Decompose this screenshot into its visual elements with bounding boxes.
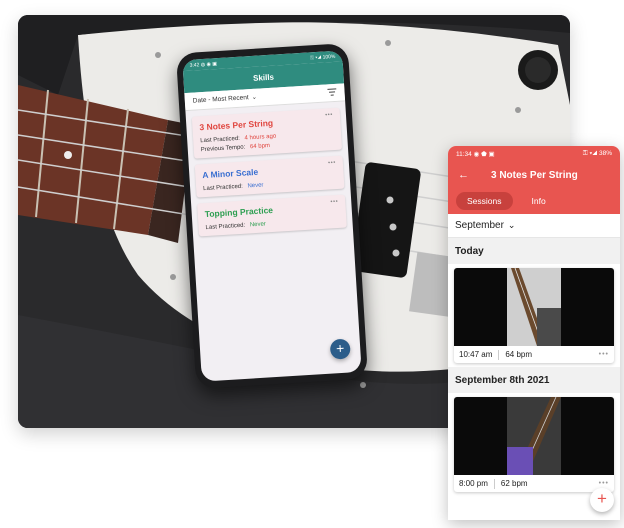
skill-title: 3 Notes Per String [199,117,274,133]
session-meta: 10:47 am 64 bpm ••• [454,346,614,363]
month-selector[interactable]: September ⌄ [448,214,620,238]
add-session-button[interactable]: + [590,488,614,512]
more-options-icon[interactable]: ••• [599,480,609,487]
guitar-video-frame [507,397,561,475]
skill-title: A Minor Scale [202,166,259,181]
tab-info[interactable]: Info [521,192,557,210]
guitar-video-frame [507,268,561,346]
tab-sessions[interactable]: Sessions [456,192,513,210]
stat-label: Previous Tempo: [200,144,246,154]
skills-screen: 3:42 ◍ ◉ ▣ ⚿ ▾◢ 100% Skills Date - Most … [182,50,362,382]
sort-label: Date - Most Recent [192,94,249,105]
skill-card[interactable]: ••• Topping Practice Last Practiced: Never [197,194,347,237]
detail-header: 11:34 ◉ ⬟ ▣ ⚿ ▾◢ 38% ← 3 Notes Per Strin… [448,146,620,214]
skill-stat-row: Last Practiced: Never [205,217,339,231]
skills-phone: 3:42 ◍ ◉ ▣ ⚿ ▾◢ 100% Skills Date - Most … [175,43,369,389]
session-tempo: 64 bpm [505,350,533,359]
section-heading: Today [448,238,620,264]
filter-icon[interactable] [327,87,337,98]
title-bar: ← 3 Notes Per String [448,162,620,188]
chevron-down-icon: ⌄ [251,94,257,102]
skill-title: Topping Practice [204,204,274,220]
status-bar: 11:34 ◉ ⬟ ▣ ⚿ ▾◢ 38% [448,146,620,162]
status-icons: ◍ ◉ ▣ [200,60,218,68]
session-card[interactable]: 8:00 pm 62 bpm ••• [454,397,614,492]
session-meta: 8:00 pm 62 bpm ••• [454,475,614,492]
stat-value: 4 hours ago [244,133,277,142]
status-right: ⚿ ▾◢ 38% [582,150,612,157]
session-time: 8:00 pm [459,479,488,488]
skill-card[interactable]: ••• 3 Notes Per String Last Practiced: 4 h… [191,107,343,159]
section-heading: September 8th 2021 [448,367,620,393]
divider [498,349,500,360]
skill-stat-row: Last Practiced: Never [203,178,337,192]
session-video-thumbnail[interactable] [454,268,614,346]
add-skill-button[interactable]: + [329,338,351,360]
chevron-down-icon: ⌄ [507,220,516,230]
session-time: 10:47 am [459,350,493,359]
stat-value: Never [249,221,267,229]
sort-dropdown[interactable]: Date - Most Recent ⌄ [192,94,257,105]
stat-value: 64 bpm [249,142,271,151]
session-tempo: 62 bpm [500,479,528,488]
status-time: 11:34 [456,151,472,158]
more-options-icon[interactable]: ••• [599,351,609,358]
more-options-icon[interactable]: ••• [325,112,333,118]
detail-phone: 11:34 ◉ ⬟ ▣ ⚿ ▾◢ 38% ← 3 Notes Per Strin… [448,146,620,520]
stat-label: Last Practiced: [205,222,246,232]
back-arrow-icon[interactable]: ← [458,169,469,181]
page-title: Skills [252,72,275,83]
more-options-icon[interactable]: ••• [328,160,336,166]
page-title: 3 Notes Per String [491,169,578,181]
stat-value: Never [247,182,264,190]
more-options-icon[interactable]: ••• [330,199,338,205]
stat-label: Last Practiced: [203,183,244,193]
skills-list: ••• 3 Notes Per String Last Practiced: 4 h… [186,107,353,237]
tab-bar: Sessions Info [448,188,620,214]
status-right: ⚿ ▾◢ 100% [309,53,336,61]
status-icons: ◉ ⬟ ▣ [473,151,495,158]
divider [493,478,495,489]
skill-card[interactable]: ••• A Minor Scale Last Practiced: Never [194,155,345,198]
session-video-thumbnail[interactable] [454,397,614,475]
status-time: 3:42 [189,61,200,69]
session-card[interactable]: 10:47 am 64 bpm ••• [454,268,614,363]
stat-label: Last Practiced: [200,135,241,145]
month-label: September [455,220,504,231]
